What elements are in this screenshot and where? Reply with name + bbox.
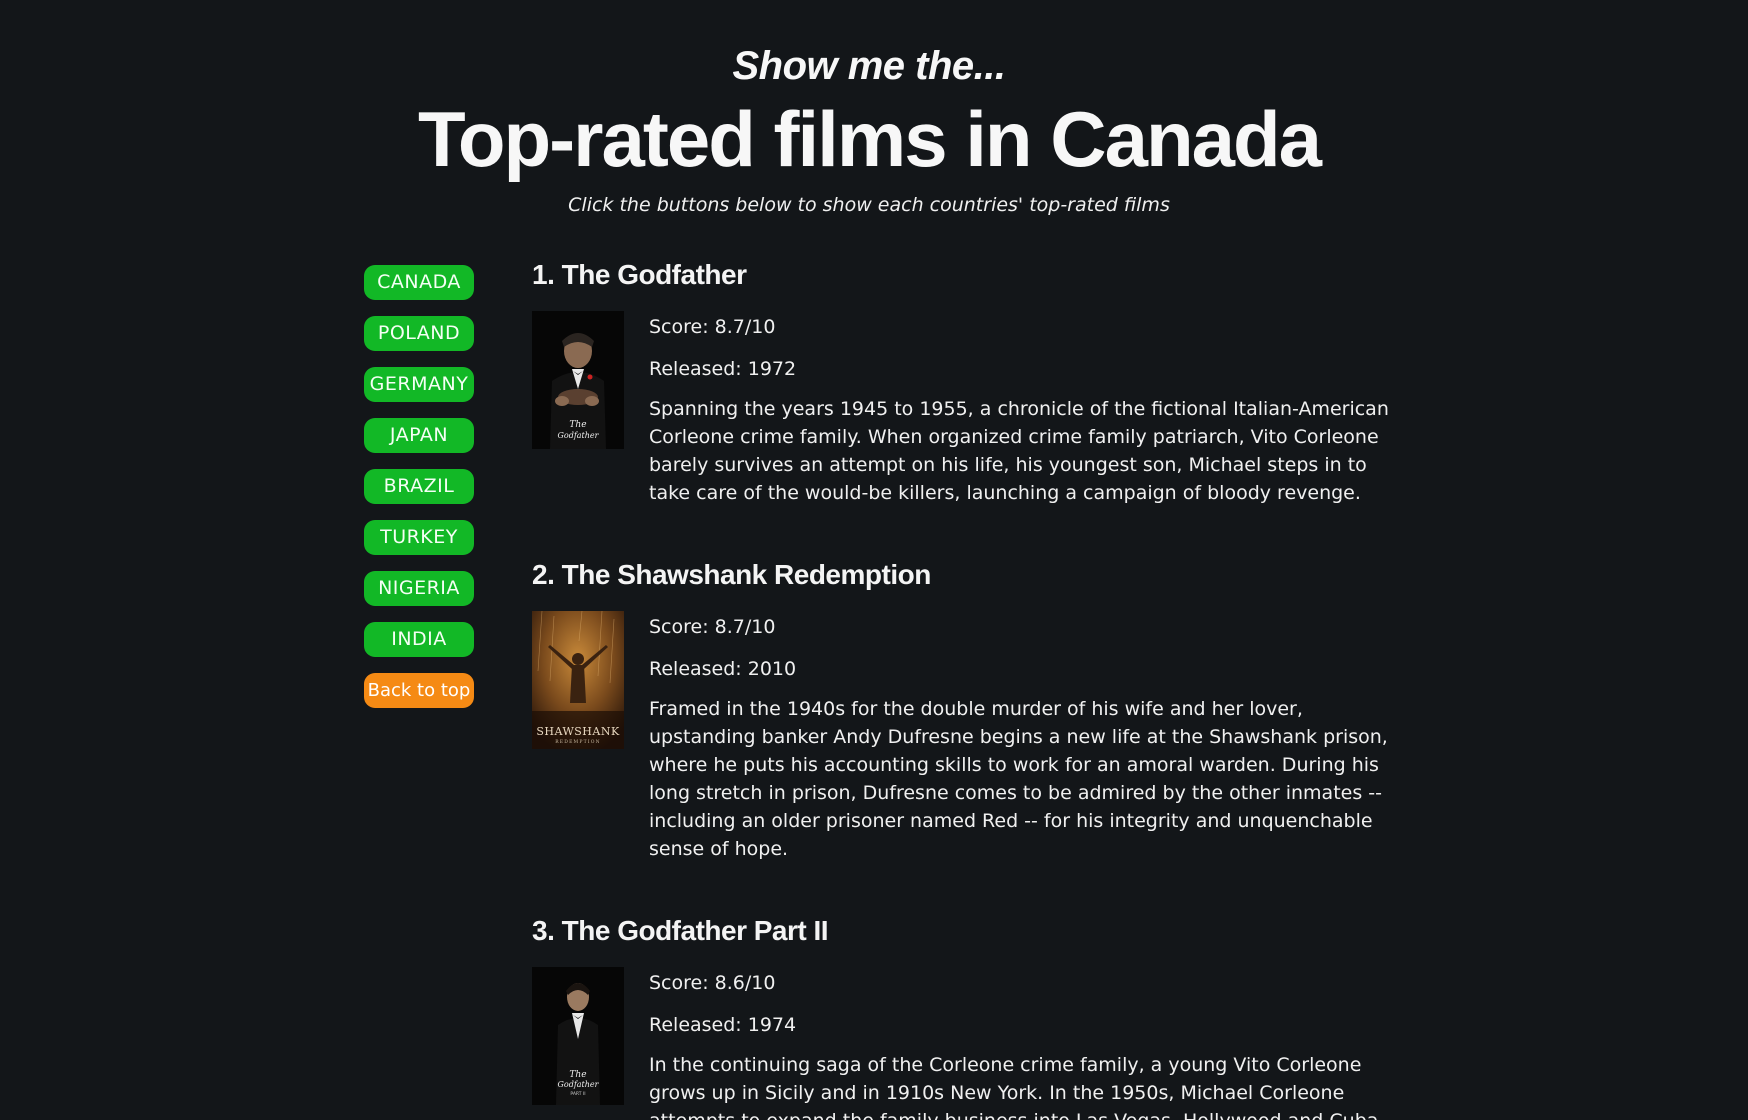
- poster-title-text: SHAWSHANK: [536, 725, 620, 738]
- country-button-japan[interactable]: JAPAN: [364, 418, 474, 453]
- film-poster: The Godfather PART II: [532, 967, 624, 1105]
- film-score: Score: 8.7/10: [649, 616, 776, 638]
- film-item: 2. The Shawshank Redemption SHAWSHANK RE…: [532, 555, 1392, 863]
- svg-text:Godfather: Godfather: [558, 431, 600, 440]
- film-description: Spanning the years 1945 to 1955, a chron…: [649, 398, 1389, 504]
- svg-text:REDEMPTION: REDEMPTION: [555, 739, 601, 745]
- country-nav: CANADA POLAND GERMANY JAPAN BRAZIL TURKE…: [364, 265, 474, 724]
- film-poster: SHAWSHANK REDEMPTION: [532, 611, 624, 749]
- film-description: Framed in the 1940s for the double murde…: [649, 698, 1388, 860]
- page-title: Top-rated films in Canada: [418, 95, 1322, 183]
- film-body: SHAWSHANK REDEMPTION Score: 8.7/10 Relea…: [532, 611, 1392, 863]
- country-button-germany[interactable]: GERMANY: [364, 367, 474, 402]
- film-released: Released: 1974: [649, 1014, 797, 1036]
- film-title: 1. The Godfather: [532, 259, 747, 290]
- film-info: Score: 8.7/10 Released: 1972 Spanning th…: [649, 311, 1392, 507]
- poster-title-text: The: [569, 1070, 586, 1080]
- svg-text:PART II: PART II: [570, 1091, 585, 1097]
- film-released: Released: 2010: [649, 658, 797, 680]
- country-button-nigeria[interactable]: NIGERIA: [364, 571, 474, 606]
- film-description: In the continuing saga of the Corleone c…: [649, 1054, 1384, 1120]
- film-title: 3. The Godfather Part II: [532, 915, 829, 946]
- film-body: The Godfather Score: 8.7/10 Released: 19…: [532, 311, 1392, 507]
- film-poster: The Godfather: [532, 311, 624, 449]
- country-button-brazil[interactable]: BRAZIL: [364, 469, 474, 504]
- country-button-india[interactable]: INDIA: [364, 622, 474, 657]
- page: Show me the... Top-rated films in Canada…: [0, 0, 1748, 1120]
- film-info: Score: 8.7/10 Released: 2010 Framed in t…: [649, 611, 1392, 863]
- film-item: 3. The Godfather Part II The Godfather P…: [532, 911, 1392, 1120]
- country-button-canada[interactable]: CANADA: [364, 265, 474, 300]
- film-released: Released: 1972: [649, 358, 797, 380]
- film-list: 1. The Godfather The Godfather Score: 8.…: [532, 255, 1392, 1120]
- page-subtitle: Click the buttons below to show each cou…: [568, 194, 1170, 216]
- film-score: Score: 8.7/10: [649, 316, 776, 338]
- film-title: 2. The Shawshank Redemption: [532, 559, 931, 590]
- page-kicker: Show me the...: [732, 44, 1006, 88]
- svg-text:Godfather: Godfather: [558, 1080, 600, 1089]
- film-body: The Godfather PART II Score: 8.6/10 Rele…: [532, 967, 1392, 1120]
- film-item: 1. The Godfather The Godfather Score: 8.…: [532, 255, 1392, 507]
- back-to-top-button[interactable]: Back to top: [364, 673, 474, 708]
- poster-title-text: The: [569, 420, 586, 430]
- film-info: Score: 8.6/10 Released: 1974 In the cont…: [649, 967, 1392, 1120]
- country-button-turkey[interactable]: TURKEY: [364, 520, 474, 555]
- country-button-poland[interactable]: POLAND: [364, 316, 474, 351]
- film-score: Score: 8.6/10: [649, 972, 776, 994]
